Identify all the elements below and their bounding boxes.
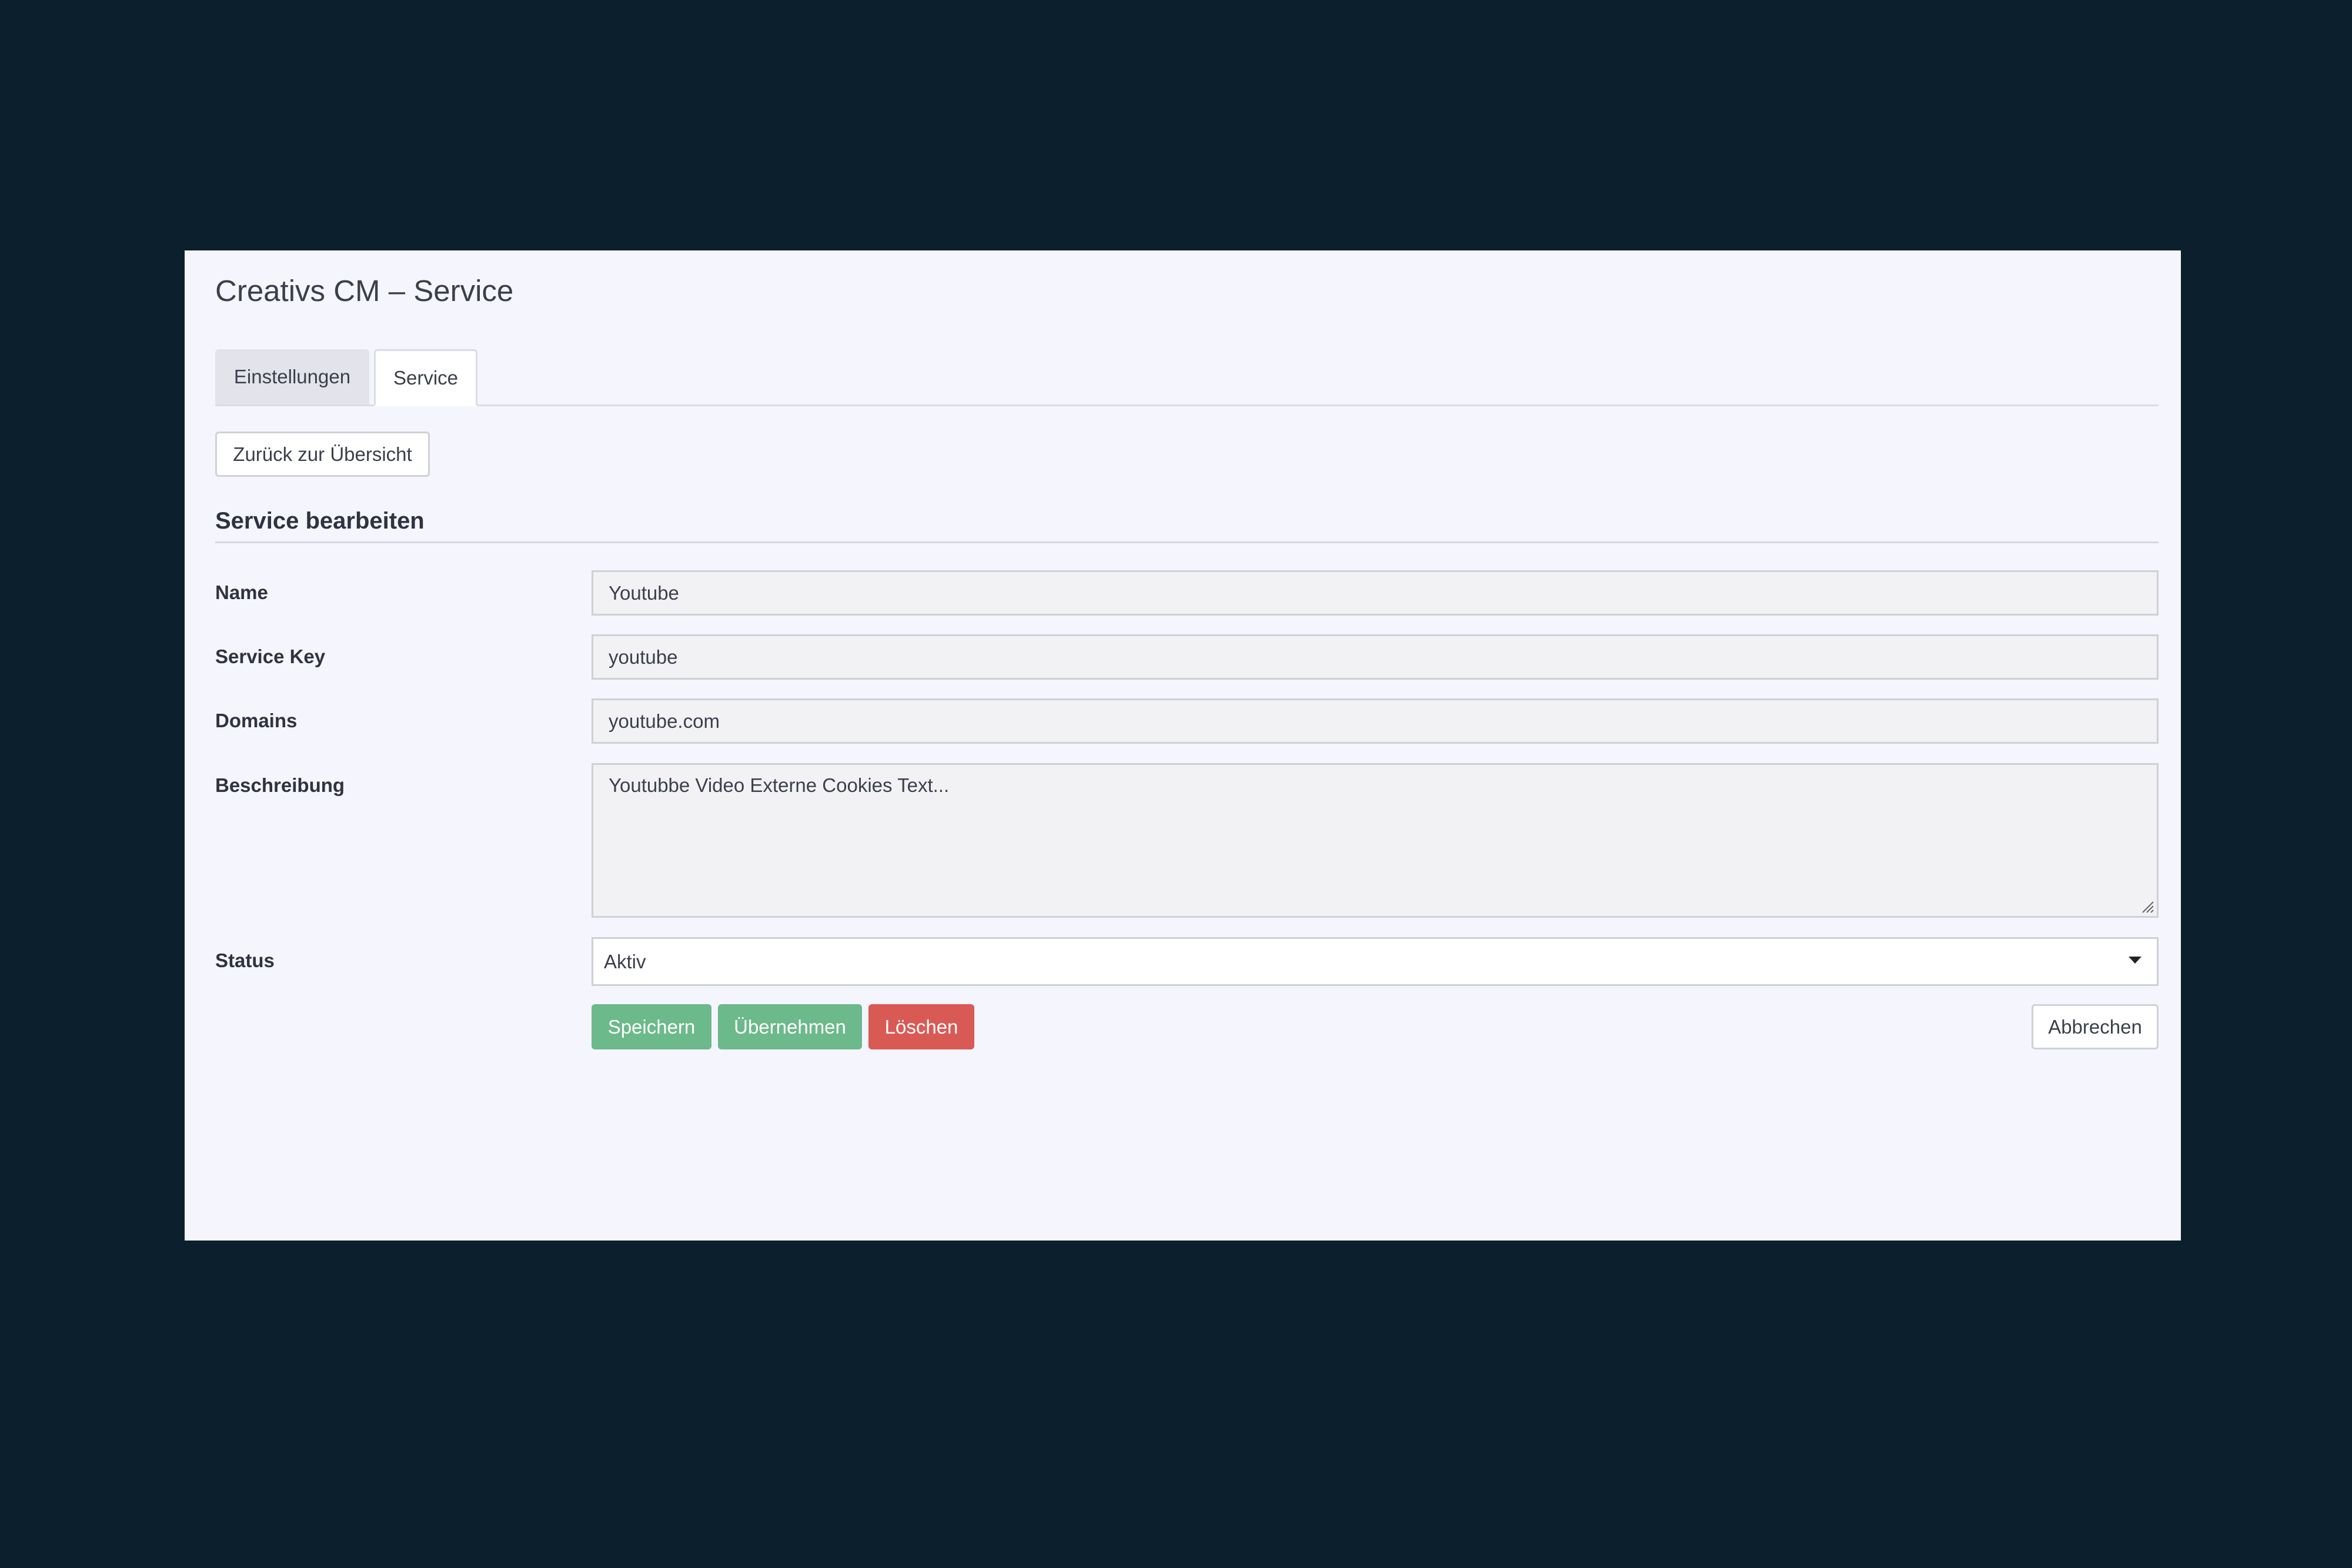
section-heading: Service bearbeiten xyxy=(215,508,425,534)
tab-bar: Einstellungen Service xyxy=(215,349,2159,406)
domains-input[interactable]: youtube.com xyxy=(592,698,2159,744)
service-key-input[interactable]: youtube xyxy=(592,634,2159,680)
status-select[interactable]: Aktiv xyxy=(592,937,2159,986)
caret-down-icon xyxy=(2129,957,2141,964)
description-label: Beschreibung xyxy=(215,774,345,796)
page-title: Creativs CM – Service xyxy=(215,274,514,307)
status-label: Status xyxy=(215,950,275,971)
back-to-overview-button[interactable]: Zurück zur Übersicht xyxy=(215,432,430,477)
delete-button[interactable]: Löschen xyxy=(868,1004,974,1049)
tab-einstellungen[interactable]: Einstellungen xyxy=(215,349,369,404)
section-divider xyxy=(215,541,2159,543)
description-textarea[interactable]: Youtubbe Video Externe Cookies Text... xyxy=(592,763,2159,918)
service-key-label: Service Key xyxy=(215,646,326,667)
apply-button[interactable]: Übernehmen xyxy=(718,1004,862,1049)
resize-handle-icon[interactable] xyxy=(2140,900,2154,914)
service-edit-panel: Creativs CM – Service Einstellungen Serv… xyxy=(185,250,2181,1241)
description-text: Youtubbe Video Externe Cookies Text... xyxy=(609,774,950,796)
name-label: Name xyxy=(215,581,268,603)
status-selected-value: Aktiv xyxy=(604,950,646,972)
tab-service[interactable]: Service xyxy=(374,349,477,406)
domains-label: Domains xyxy=(215,710,298,731)
save-button[interactable]: Speichern xyxy=(592,1004,711,1049)
name-input[interactable]: Youtube xyxy=(592,570,2159,616)
cancel-button[interactable]: Abbrechen xyxy=(2032,1004,2159,1049)
